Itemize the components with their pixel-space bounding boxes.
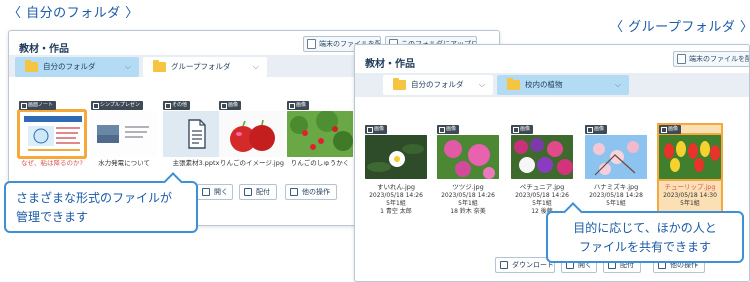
file-name: ハナミズキ.jpg xyxy=(593,183,639,191)
folder-icon xyxy=(153,60,166,72)
open-label: 開く xyxy=(214,188,228,196)
file-date: 2023/05/18 14:30 xyxy=(663,192,717,199)
file-meta: 2023/05/18 14:28 5年1組 xyxy=(581,192,651,208)
upload-file-icon xyxy=(307,39,316,49)
file-item[interactable]: 画像 チューリップ.jpg 2023/05/18 14:30 5年1組 xyxy=(659,125,721,213)
group-folder-caption: 〈 グループフォルダ 〉 xyxy=(610,20,750,35)
file-type-badge: 画像 xyxy=(219,101,242,110)
file-type-badge: 画面ノート xyxy=(19,101,57,110)
file-thumbnail xyxy=(659,135,721,179)
file-name: りんごのイメージ.jpg xyxy=(220,159,284,167)
open-icon xyxy=(202,188,210,196)
file-date: 2023/05/18 14:26 xyxy=(515,192,569,199)
file-thumbnail xyxy=(437,135,499,179)
file-thumbnail xyxy=(287,111,353,157)
file-type-badge: 画像 xyxy=(585,125,608,134)
file-meta: 2023/05/18 14:30 5年1組 xyxy=(655,192,725,208)
tab-label: 自分のフォルダ xyxy=(43,62,96,71)
file-type-badge: その他 xyxy=(163,101,191,110)
tab-label: 自分のフォルダ xyxy=(411,80,464,89)
folder-icon xyxy=(507,78,520,90)
chevron-down-icon: ⌵ xyxy=(124,62,131,71)
file-class: 5年1組 xyxy=(458,200,478,207)
submit-device-file-button[interactable]: 端末のファイルを配付 xyxy=(673,51,749,67)
window-title: 教材・作品 xyxy=(365,59,415,70)
menu-icon xyxy=(290,188,298,196)
file-type-badge: 画像 xyxy=(511,125,534,134)
folder-icon xyxy=(25,60,38,72)
file-date: 2023/05/18 14:28 xyxy=(589,192,643,199)
tab-label: 校内の植物 xyxy=(525,80,563,89)
file-owner: 18 鈴木 奈美 xyxy=(450,208,486,215)
file-class: 5年1組 xyxy=(386,200,406,207)
file-meta: 2023/05/18 14:26 5年1組 1 青空 太郎 xyxy=(361,192,431,216)
file-name: すいれん.jpg xyxy=(376,183,416,191)
file-date: 2023/05/18 14:26 xyxy=(369,192,423,199)
tab-my-folder[interactable]: 自分のフォルダ ⌵ xyxy=(15,57,139,77)
file-thumbnail xyxy=(19,111,85,157)
other-operations-label: 他の操作 xyxy=(302,188,330,196)
callout-text: ファイルを共有できます xyxy=(578,240,711,254)
file-class: 5年1組 xyxy=(680,200,700,207)
other-operations-button[interactable]: 他の操作 xyxy=(285,184,337,200)
file-thumbnail xyxy=(219,111,285,157)
file-date: 2023/05/18 14:26 xyxy=(441,192,495,199)
file-name: なぜ、粘は降るのか? xyxy=(21,159,83,167)
download-icon xyxy=(500,261,508,269)
file-type-badge: 画像 xyxy=(659,125,682,134)
file-type-badge: シンプルプレゼン xyxy=(91,101,143,110)
file-thumbnail xyxy=(511,135,573,179)
tab-my-folder[interactable]: 自分のフォルダ ⌵ xyxy=(383,75,493,95)
file-meta: 2023/05/18 14:26 5年1組 18 鈴木 奈美 xyxy=(433,192,503,216)
file-name: チューリップ.jpg xyxy=(664,183,716,191)
tab-group-folder[interactable]: グループフォルダ ⌵ xyxy=(143,57,267,77)
window-title: 教材・作品 xyxy=(19,44,69,55)
file-thumbnail xyxy=(585,135,647,179)
folder-tab-bar: 自分のフォルダ ⌵ 校内の植物 ⌵ xyxy=(355,73,749,97)
file-thumbnail xyxy=(365,135,427,179)
chevron-down-icon: ⌵ xyxy=(252,62,259,71)
chevron-down-icon: ⌵ xyxy=(614,80,621,89)
my-folder-caption: 〈 自分のフォルダ 〉 xyxy=(8,6,139,21)
download-label: ダウンロード xyxy=(512,261,554,269)
file-type-badge: 画像 xyxy=(437,125,460,134)
folder-icon xyxy=(393,78,406,90)
file-name: ペチュニア.jpg xyxy=(519,183,565,191)
chevron-down-icon: ⌵ xyxy=(478,80,485,89)
file-type-badge: 画像 xyxy=(287,101,310,110)
open-button[interactable]: 開く xyxy=(197,184,233,200)
file-thumbnail xyxy=(91,111,157,157)
file-type-badge: 画像 xyxy=(365,125,388,134)
callout-text: 目的に応じて、ほかの人と xyxy=(573,221,717,235)
distribute-button[interactable]: 配付 xyxy=(239,184,277,200)
submit-device-file-label: 端末のファイルを配付 xyxy=(689,55,749,63)
file-name: 水力発電について xyxy=(98,159,150,167)
callout-text: 管理できます xyxy=(16,210,89,224)
callout-manage-formats: さまざまな形式のファイルが 管理できます xyxy=(4,181,198,233)
distribute-icon xyxy=(244,188,252,196)
upload-file-icon xyxy=(677,54,686,64)
callout-text: さまざまな形式のファイルが xyxy=(16,191,173,205)
file-name: ツツジ.jpg xyxy=(452,183,484,191)
tab-school-plants[interactable]: 校内の植物 ⌵ xyxy=(497,75,629,95)
distribute-label: 配付 xyxy=(256,188,270,196)
file-class: 5年1組 xyxy=(606,200,626,207)
tab-label: グループフォルダ xyxy=(171,62,231,71)
file-name: りんごのしゅうかく xyxy=(290,159,350,167)
file-owner: 1 青空 太郎 xyxy=(380,208,412,215)
